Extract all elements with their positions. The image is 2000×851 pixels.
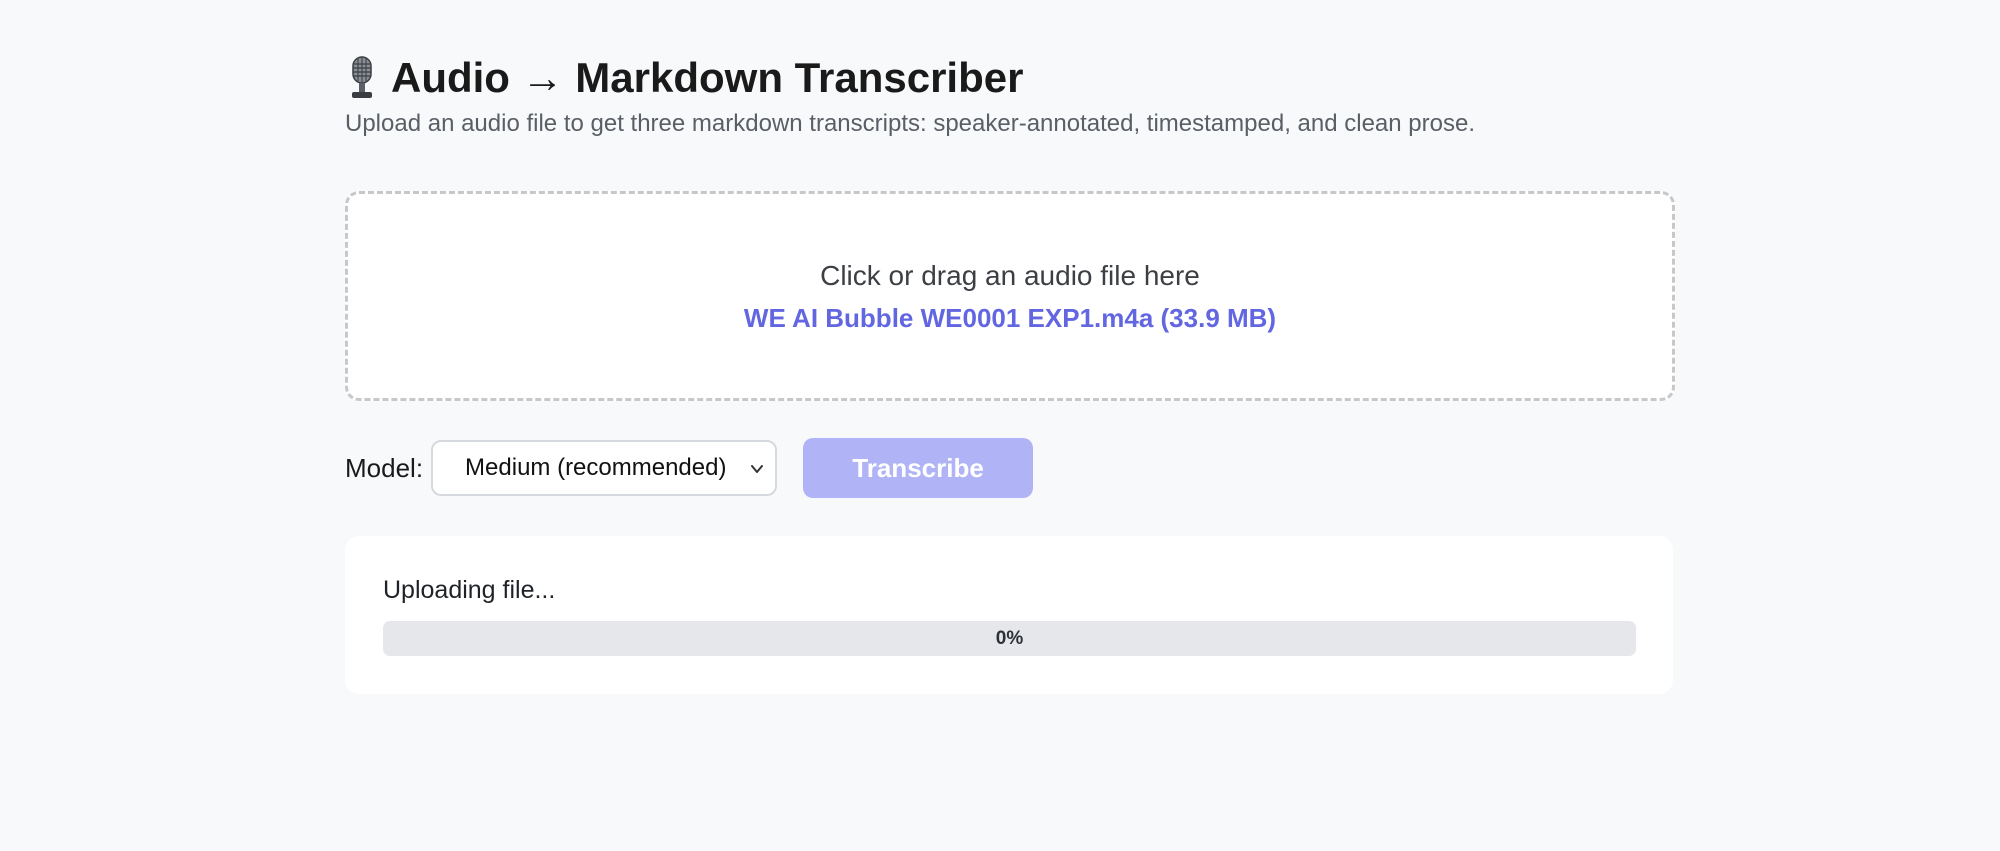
page-title-text: Audio → Markdown Transcriber — [391, 54, 1024, 101]
progress-percent: 0% — [995, 628, 1024, 649]
audio-dropzone[interactable]: Click or drag an audio file here WE AI B… — [345, 191, 1675, 401]
model-select-value: Medium (recommended) — [465, 454, 727, 481]
page-subtitle: Upload an audio file to get three markdo… — [345, 110, 1475, 137]
model-label: Model: — [345, 452, 424, 483]
selected-file-name: WE AI Bubble WE0001 EXP1.m4a (33.9 MB) — [743, 303, 1277, 333]
progress-card: Uploading file... 0% — [345, 536, 1673, 694]
chevron-down-icon — [751, 465, 764, 473]
transcribe-button[interactable]: Transcribe — [803, 438, 1034, 498]
progress-bar: 0% — [383, 621, 1636, 656]
microphone-icon — [352, 56, 372, 98]
model-select[interactable]: Medium (recommended) — [431, 440, 778, 496]
controls-row: Model: Medium (recommended) Transcribe — [345, 438, 1034, 498]
page-title: Audio → Markdown Transcriber — [345, 50, 1023, 106]
dropzone-prompt: Click or drag an audio file here — [820, 260, 1200, 291]
progress-status: Uploading file... — [383, 576, 556, 604]
